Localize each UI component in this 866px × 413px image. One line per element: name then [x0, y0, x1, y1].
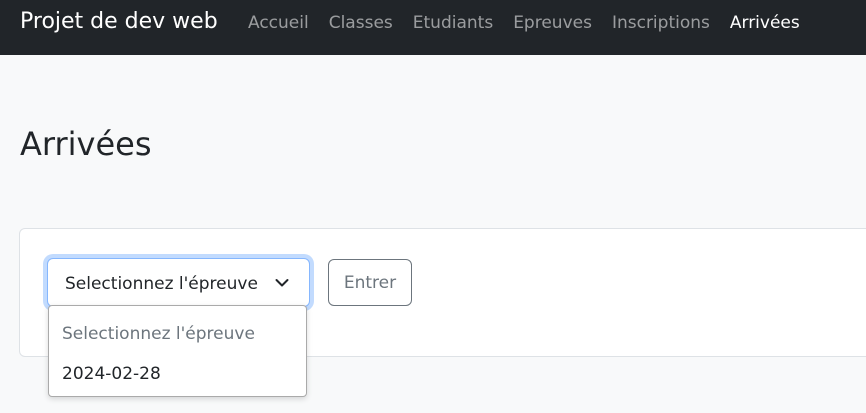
nav-link-arrivees[interactable]: Arrivées	[730, 12, 800, 34]
nav-links: Accueil Classes Etudiants Epreuves Inscr…	[248, 12, 820, 34]
page-title: Arrivées	[20, 125, 152, 163]
navbar: Projet de dev web Accueil Classes Etudia…	[0, 0, 866, 55]
nav-link-classes[interactable]: Classes	[329, 12, 393, 34]
select-dropdown-list: Selectionnez l'épreuve 2024-02-28	[48, 305, 307, 397]
select-option-placeholder[interactable]: Selectionnez l'épreuve	[49, 314, 306, 354]
epreuve-select[interactable]: Selectionnez l'épreuve	[47, 258, 310, 307]
nav-link-accueil[interactable]: Accueil	[248, 12, 309, 34]
navbar-brand[interactable]: Projet de dev web	[20, 8, 218, 36]
nav-link-etudiants[interactable]: Etudiants	[413, 12, 493, 34]
nav-link-epreuves[interactable]: Epreuves	[513, 12, 592, 34]
nav-link-inscriptions[interactable]: Inscriptions	[612, 12, 710, 34]
enter-button[interactable]: Entrer	[328, 259, 412, 306]
select-value: Selectionnez l'épreuve	[65, 274, 258, 294]
select-option-2024-02-28[interactable]: 2024-02-28	[49, 354, 306, 394]
chevron-down-icon	[275, 278, 289, 288]
